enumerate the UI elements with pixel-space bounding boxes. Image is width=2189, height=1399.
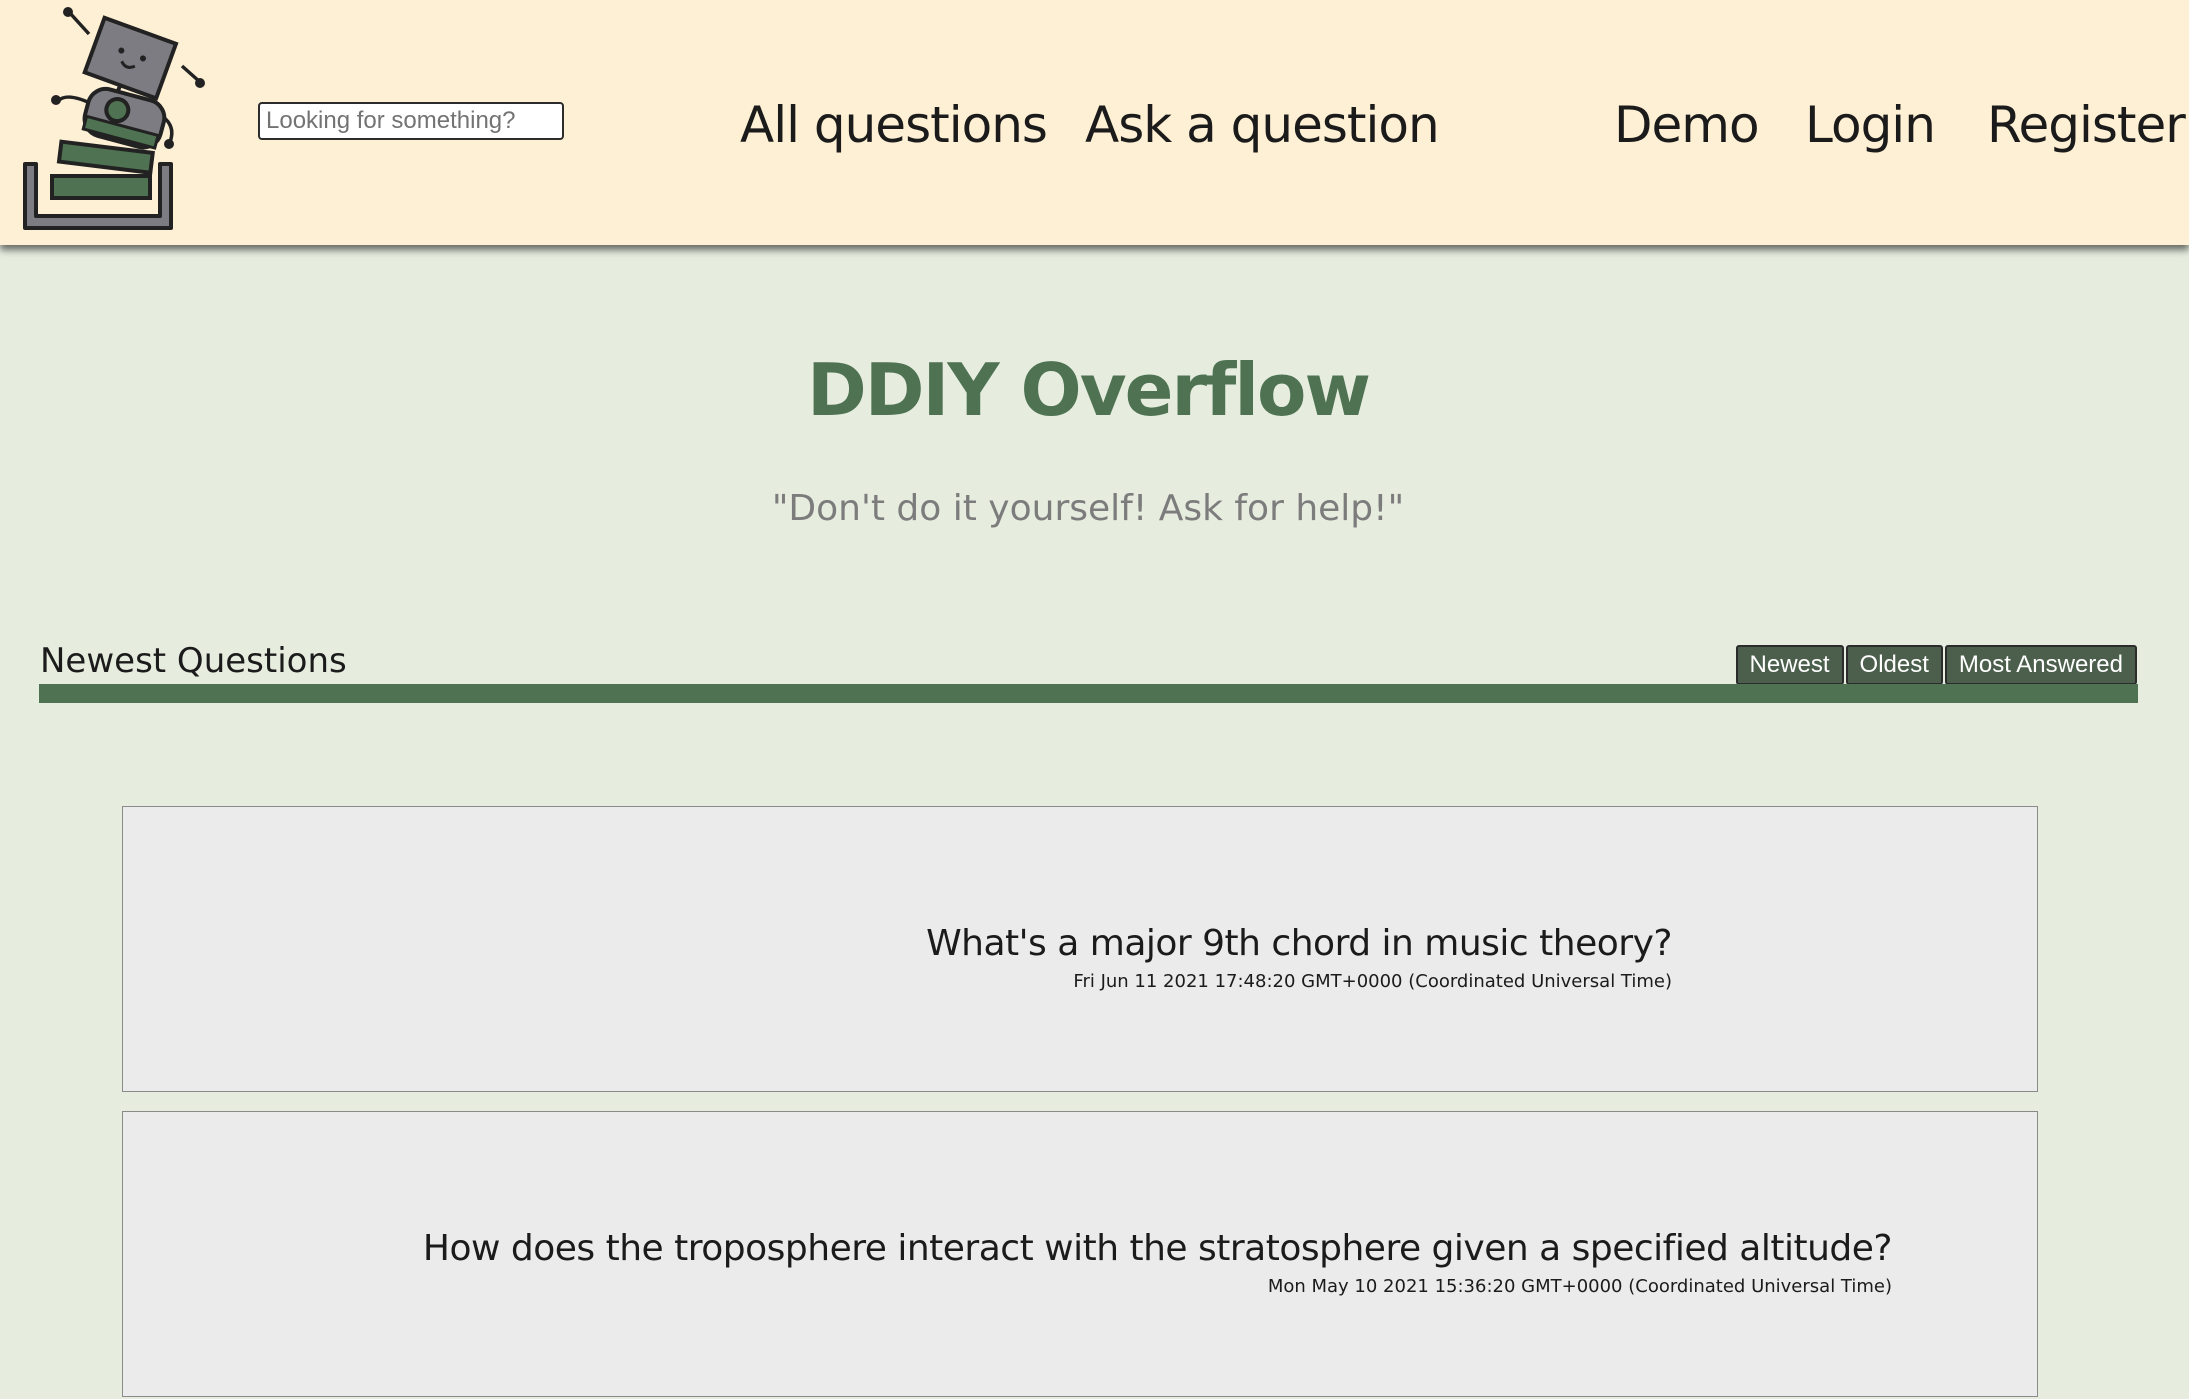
nav-register[interactable]: Register	[1987, 90, 2186, 160]
section-title: Newest Questions	[40, 641, 347, 681]
question-date: Fri Jun 11 2021 17:48:20 GMT+0000 (Coord…	[1073, 971, 1672, 992]
sort-newest-button[interactable]: Newest	[1735, 645, 1844, 685]
question-content: How does the troposphere interact with t…	[423, 1224, 1893, 1300]
question-content: What's a major 9th chord in music theory…	[926, 919, 1672, 995]
sort-oldest-button[interactable]: Oldest	[1845, 645, 1943, 685]
section-divider	[39, 684, 2138, 703]
page-title: DDIY Overflow	[807, 348, 1371, 432]
nav-login[interactable]: Login	[1805, 90, 1936, 160]
sort-button-group: Newest Oldest Most Answered	[1735, 645, 2137, 685]
search-input[interactable]	[258, 102, 564, 140]
nav-all-questions[interactable]: All questions	[740, 90, 1048, 160]
sort-most-answered-button[interactable]: Most Answered	[1944, 645, 2137, 685]
nav-ask-question[interactable]: Ask a question	[1085, 90, 1440, 160]
question-card[interactable]: What's a major 9th chord in music theory…	[122, 806, 2038, 1092]
question-date: Mon May 10 2021 15:36:20 GMT+0000 (Coord…	[1267, 1276, 1892, 1297]
robot-in-box-logo-icon[interactable]	[14, 4, 214, 234]
nav-demo[interactable]: Demo	[1614, 90, 1760, 160]
question-title[interactable]: What's a major 9th chord in music theory…	[926, 919, 1672, 969]
question-card[interactable]: How does the troposphere interact with t…	[122, 1111, 2038, 1397]
page-tagline: "Don't do it yourself! Ask for help!"	[771, 488, 1405, 529]
site-header: All questions Ask a question Demo Login …	[0, 0, 2189, 245]
question-title[interactable]: How does the troposphere interact with t…	[423, 1224, 1893, 1274]
